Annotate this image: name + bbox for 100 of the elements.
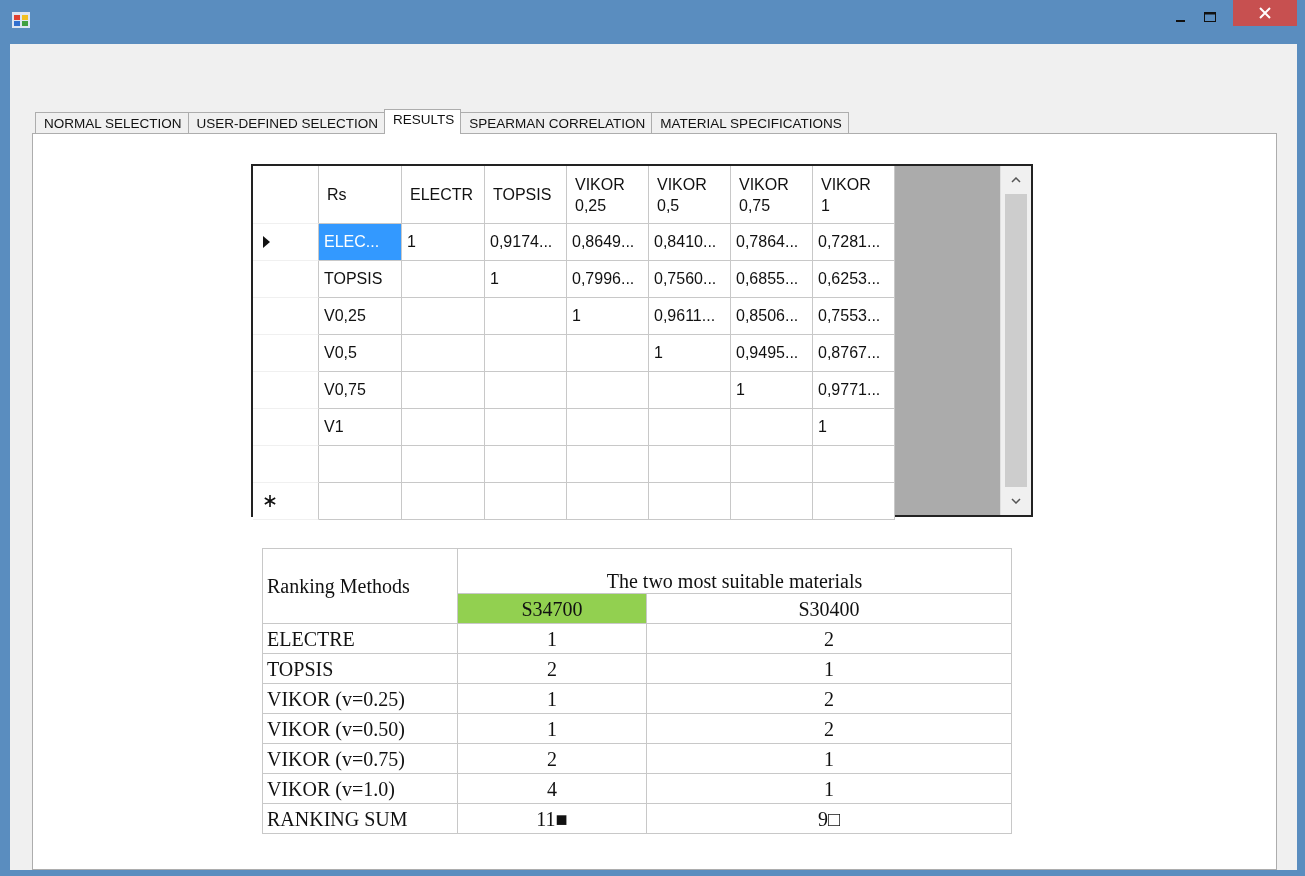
grid-cell[interactable]: [567, 409, 649, 446]
grid-cell[interactable]: [319, 483, 402, 520]
grid-cell[interactable]: 0,9771...: [813, 372, 895, 409]
column-header[interactable]: Rs: [319, 166, 402, 224]
grid-cell[interactable]: [731, 409, 813, 446]
column-header[interactable]: VIKOR 0,25: [567, 166, 649, 224]
scrollbar[interactable]: [1000, 166, 1031, 515]
column-header[interactable]: VIKOR 1: [813, 166, 895, 224]
column-header[interactable]: TOPSIS: [485, 166, 567, 224]
grid-cell[interactable]: 0,7864...: [731, 224, 813, 261]
grid-cell[interactable]: [485, 335, 567, 372]
close-icon: [1259, 7, 1271, 19]
grid-cell[interactable]: 0,8767...: [813, 335, 895, 372]
grid-cell[interactable]: 0,6855...: [731, 261, 813, 298]
grid-cell[interactable]: [402, 335, 485, 372]
grid-cell[interactable]: V0,75: [319, 372, 402, 409]
grid-cell[interactable]: 1: [731, 372, 813, 409]
app-icon: [12, 12, 30, 28]
maximize-icon: [1204, 11, 1216, 23]
grid-cell[interactable]: 1: [649, 335, 731, 372]
table-cell: 1: [646, 743, 1012, 774]
table-cell: 1: [646, 653, 1012, 684]
table-cell: 1: [457, 623, 647, 654]
column-header[interactable]: VIKOR 0,75: [731, 166, 813, 224]
grid-cell[interactable]: [485, 409, 567, 446]
column-header[interactable]: ELECTR: [402, 166, 485, 224]
grid-cell[interactable]: 0,7553...: [813, 298, 895, 335]
table-cell: 2: [646, 683, 1012, 714]
table-header: S30400: [646, 593, 1012, 624]
table-cell: ELECTRE: [262, 623, 458, 654]
grid-cell[interactable]: [485, 483, 567, 520]
grid-cell[interactable]: 1: [813, 409, 895, 446]
table-cell: VIKOR (v=1.0): [262, 773, 458, 804]
grid-cell[interactable]: [485, 446, 567, 483]
corner-header: [253, 166, 319, 224]
table-header: The two most suitable materials: [457, 548, 1012, 594]
grid-cell[interactable]: [567, 483, 649, 520]
grid-cell[interactable]: 0,9174...: [485, 224, 567, 261]
grid-cell[interactable]: [567, 372, 649, 409]
grid-cell[interactable]: [567, 446, 649, 483]
grid-cell[interactable]: V0,25: [319, 298, 402, 335]
grid-cell[interactable]: 0,8649...: [567, 224, 649, 261]
table-cell: 1: [457, 713, 647, 744]
grid-cell[interactable]: [402, 446, 485, 483]
current-row-icon: [263, 236, 271, 248]
column-header[interactable]: VIKOR 0,5: [649, 166, 731, 224]
grid-cell[interactable]: TOPSIS: [319, 261, 402, 298]
grid-cell[interactable]: [813, 446, 895, 483]
table-cell: VIKOR (v=0.25): [262, 683, 458, 714]
table-cell: 2: [457, 743, 647, 774]
grid-cell[interactable]: 1: [567, 298, 649, 335]
table-header: Ranking Methods: [262, 548, 458, 624]
table-cell: VIKOR (v=0.50): [262, 713, 458, 744]
grid-cell[interactable]: 0,8410...: [649, 224, 731, 261]
grid-cell[interactable]: 0,7281...: [813, 224, 895, 261]
grid-cell[interactable]: [402, 483, 485, 520]
new-row-icon: [263, 494, 277, 508]
table-cell: 2: [457, 653, 647, 684]
table-cell: 4: [457, 773, 647, 804]
close-button[interactable]: [1233, 0, 1297, 26]
table-cell: VIKOR (v=0.75): [262, 743, 458, 774]
grid-cell[interactable]: 1: [485, 261, 567, 298]
grid-cell[interactable]: [402, 261, 485, 298]
tab[interactable]: NORMAL SELECTION: [35, 112, 189, 133]
grid-cell[interactable]: [402, 409, 485, 446]
grid-cell[interactable]: [567, 335, 649, 372]
table-cell: TOPSIS: [262, 653, 458, 684]
table-header: S34700: [457, 593, 647, 624]
grid-cell[interactable]: [485, 372, 567, 409]
table-cell: 2: [646, 623, 1012, 654]
grid-cell[interactable]: [649, 409, 731, 446]
table-cell: 1: [646, 773, 1012, 804]
grid-cell[interactable]: [649, 483, 731, 520]
grid-cell[interactable]: 0,9495...: [731, 335, 813, 372]
grid-cell[interactable]: 0,8506...: [731, 298, 813, 335]
grid-cell[interactable]: [319, 446, 402, 483]
grid-cell[interactable]: 0,7560...: [649, 261, 731, 298]
grid-cell[interactable]: [731, 446, 813, 483]
table-cell: 2: [646, 713, 1012, 744]
table-cell: 9□: [646, 803, 1012, 834]
grid-cell[interactable]: [402, 298, 485, 335]
table-cell: RANKING SUM: [262, 803, 458, 834]
grid-cell[interactable]: 0,6253...: [813, 261, 895, 298]
grid-cell[interactable]: V0,5: [319, 335, 402, 372]
minimize-icon: [1175, 19, 1185, 22]
row-header[interactable]: [253, 224, 319, 261]
grid-cell[interactable]: [485, 298, 567, 335]
grid-cell[interactable]: 0,7996...: [567, 261, 649, 298]
grid-cell[interactable]: [813, 483, 895, 520]
grid-cell[interactable]: [731, 483, 813, 520]
grid-cell[interactable]: V1: [319, 409, 402, 446]
grid-cell[interactable]: [649, 446, 731, 483]
tab[interactable]: RESULTS: [384, 109, 462, 134]
grid-cell[interactable]: [402, 372, 485, 409]
grid-cell[interactable]: [649, 372, 731, 409]
grid-cell[interactable]: 0,9611...: [649, 298, 731, 335]
tab[interactable]: MATERIAL SPECIFICATIONS: [651, 112, 849, 133]
row-header[interactable]: [253, 483, 319, 520]
grid-cell[interactable]: 1: [402, 224, 485, 261]
table-cell: 1: [457, 683, 647, 714]
